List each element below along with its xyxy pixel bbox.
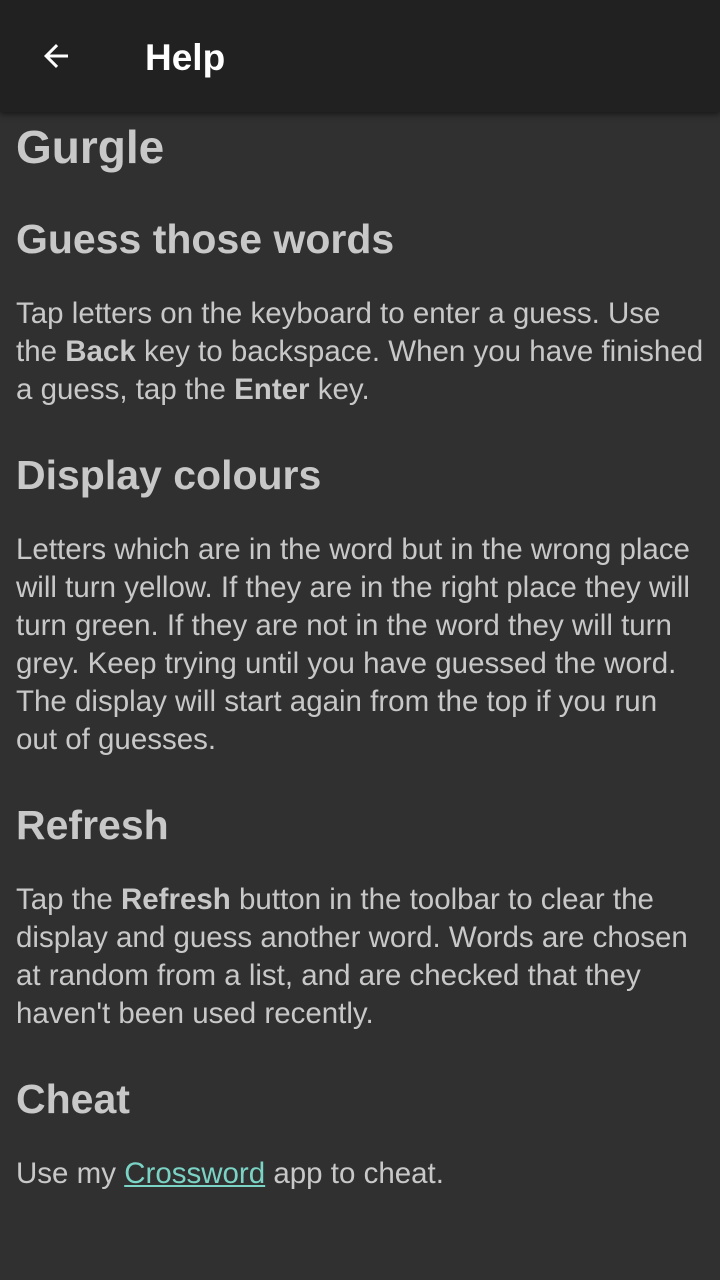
section-text-refresh: Tap the Refresh button in the toolbar to… <box>16 883 688 1030</box>
page-title: Help <box>145 37 226 78</box>
crossword-app-link[interactable]: Crossword <box>124 1157 265 1190</box>
section-heading-colours: Display colours <box>16 452 322 498</box>
refresh-label: Refresh <box>120 883 231 916</box>
app-bar: Help <box>0 0 720 112</box>
help-content: Gurgle Guess those words Tap letters on … <box>16 112 706 1193</box>
back-button[interactable] <box>16 16 96 96</box>
enter-key-label: Enter <box>234 373 310 406</box>
section-text-guess: Tap letters on the keyboard to enter a g… <box>16 297 704 406</box>
section-text-cheat: Use my Crossword app to cheat. <box>16 1157 444 1190</box>
section-text-colours: Letters which are in the word but in the… <box>16 533 690 756</box>
section-heading-cheat: Cheat <box>16 1076 130 1122</box>
arrow-back-icon <box>44 44 68 68</box>
app-name-heading: Gurgle <box>16 121 165 173</box>
section-heading-guess: Guess those words <box>16 216 395 262</box>
back-key-label: Back <box>65 335 136 368</box>
section-heading-refresh: Refresh <box>16 802 169 848</box>
